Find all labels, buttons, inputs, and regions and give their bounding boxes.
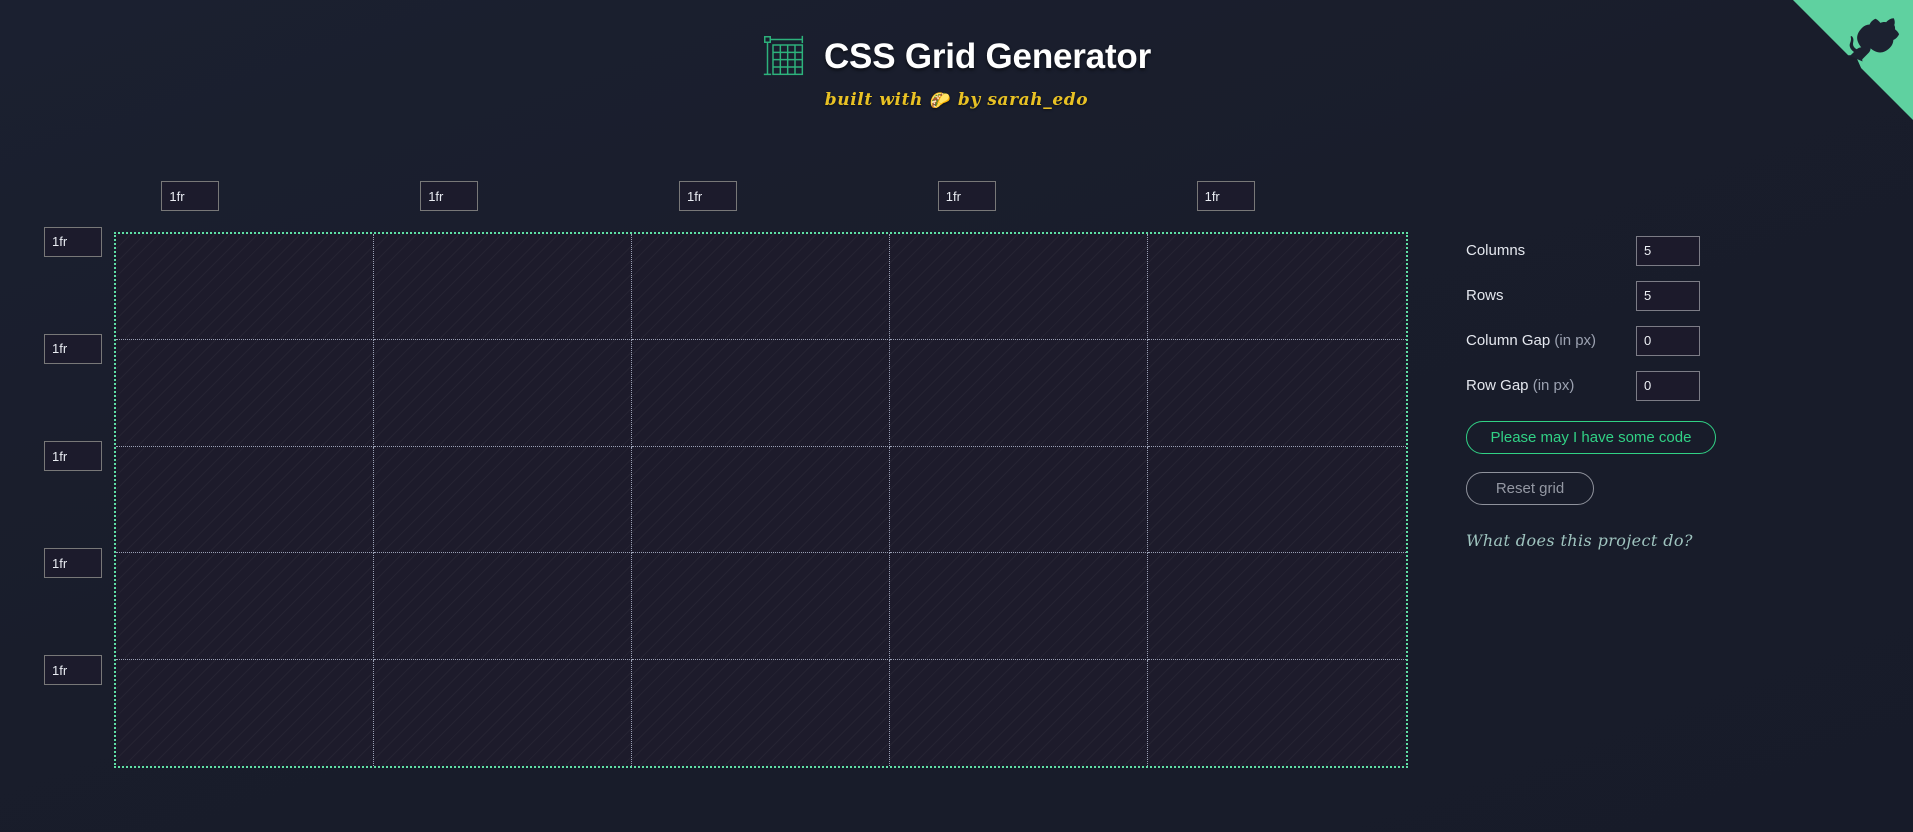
subtitle-text-after: by sarah_edo — [951, 90, 1089, 110]
row-size-input-3[interactable] — [44, 441, 102, 471]
grid-cell[interactable] — [890, 553, 1148, 660]
grid-cell[interactable] — [632, 234, 890, 341]
row-size-input-4[interactable] — [44, 548, 102, 579]
rows-input[interactable] — [1636, 280, 1700, 311]
grid-cell[interactable] — [890, 340, 1148, 447]
title-row: CSS Grid Generator — [0, 34, 1913, 78]
grid-cell[interactable] — [374, 234, 632, 341]
row-gap-unit: (in px) — [1532, 377, 1575, 394]
column-size-input-4[interactable] — [937, 181, 996, 211]
grid-cell[interactable] — [890, 659, 1148, 766]
column-size-input-5[interactable] — [1196, 181, 1255, 211]
github-corner-link[interactable] — [1793, 0, 1913, 120]
row-size-input-1[interactable] — [44, 226, 102, 257]
grid-cell[interactable] — [1148, 340, 1406, 447]
grid-measure-icon — [763, 35, 804, 76]
taco-icon: 🌮 — [929, 91, 952, 111]
row-gap-label: Row Gap (in px) — [1466, 377, 1575, 394]
grid-cell[interactable] — [632, 340, 890, 447]
control-rows: Columns Rows Column Gap (in px) Row Gap (in… — [1466, 232, 1866, 404]
column-size-input-2[interactable] — [420, 181, 479, 211]
controls-panel: Columns Rows Column Gap (in px) Row Gap (in… — [1466, 232, 1866, 550]
grid-cell[interactable] — [1148, 553, 1406, 660]
grid-cell[interactable] — [374, 446, 632, 554]
grid-cell[interactable] — [890, 234, 1148, 341]
grid-cell[interactable] — [890, 446, 1148, 554]
columns-label: Columns — [1466, 242, 1526, 259]
grid-cell[interactable] — [374, 659, 632, 766]
column-size-input-1[interactable] — [161, 181, 220, 211]
control-row-row-gap: Row Gap (in px) — [1466, 367, 1866, 404]
grid-preview[interactable] — [114, 232, 1408, 768]
column-gap-unit: (in px) — [1554, 332, 1597, 349]
control-row-rows: Rows — [1466, 277, 1866, 314]
column-gap-input[interactable] — [1636, 325, 1700, 356]
page-header: CSS Grid Generator built with 🌮 by sarah… — [0, 34, 1913, 111]
generate-code-button[interactable]: Please may I have some code — [1466, 421, 1716, 454]
control-row-columns: Columns — [1466, 232, 1866, 269]
columns-input[interactable] — [1636, 235, 1700, 266]
grid-cell[interactable] — [1148, 446, 1406, 554]
github-corner-icon — [1793, 0, 1913, 120]
grid-cell[interactable] — [632, 659, 890, 766]
row-size-input-2[interactable] — [44, 333, 102, 364]
column-gap-label: Column Gap (in px) — [1466, 332, 1597, 349]
row-gap-input[interactable] — [1636, 370, 1700, 401]
grid-cell[interactable] — [116, 446, 374, 554]
control-row-column-gap: Column Gap (in px) — [1466, 322, 1866, 359]
grid-cell[interactable] — [116, 553, 374, 660]
grid-cell[interactable] — [632, 553, 890, 660]
reset-grid-button[interactable]: Reset grid — [1466, 472, 1594, 505]
grid-cell[interactable] — [374, 553, 632, 660]
grid-cell[interactable] — [1148, 659, 1406, 766]
grid-cell[interactable] — [116, 340, 374, 447]
page-subtitle: built with 🌮 by sarah_edo — [0, 90, 1913, 111]
what-does-this-project-do-link[interactable]: What does this project do? — [1466, 531, 1866, 550]
grid-cell[interactable] — [632, 446, 890, 554]
grid-cell[interactable] — [116, 234, 374, 341]
grid-cell[interactable] — [1148, 234, 1406, 341]
rows-label: Rows — [1466, 287, 1504, 304]
grid-cell[interactable] — [374, 340, 632, 447]
subtitle-text-before: built with — [824, 90, 930, 110]
column-size-input-3[interactable] — [679, 181, 737, 211]
page-title: CSS Grid Generator — [823, 36, 1152, 76]
grid-cell[interactable] — [116, 659, 374, 766]
row-size-input-5[interactable] — [44, 655, 102, 686]
